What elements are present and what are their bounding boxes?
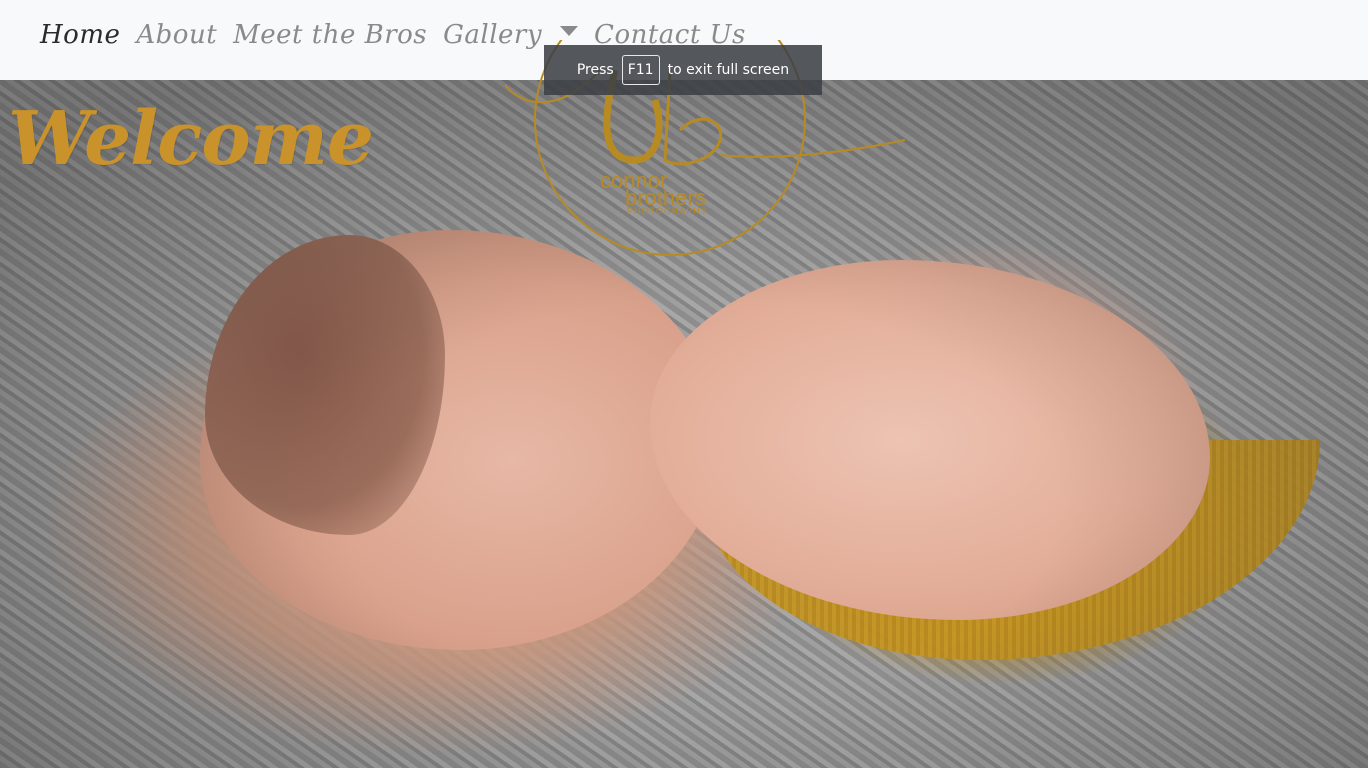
nav-meet-the-bros-link[interactable]: Meet the Bros (233, 20, 427, 50)
fullscreen-notice-prefix: Press (576, 62, 614, 78)
nav-home-link[interactable]: Home (40, 20, 120, 50)
logo-text-photography: PHOTOGRAPHY (627, 206, 708, 216)
fullscreen-notice-suffix: to exit full screen (667, 62, 790, 78)
caret-down-icon[interactable] (560, 26, 579, 36)
fullscreen-notice: Press F11 to exit full screen (544, 45, 822, 95)
nav-about-link[interactable]: About (136, 20, 217, 50)
welcome-heading: Welcome (8, 96, 374, 182)
fullscreen-notice-key: F11 (621, 55, 660, 85)
